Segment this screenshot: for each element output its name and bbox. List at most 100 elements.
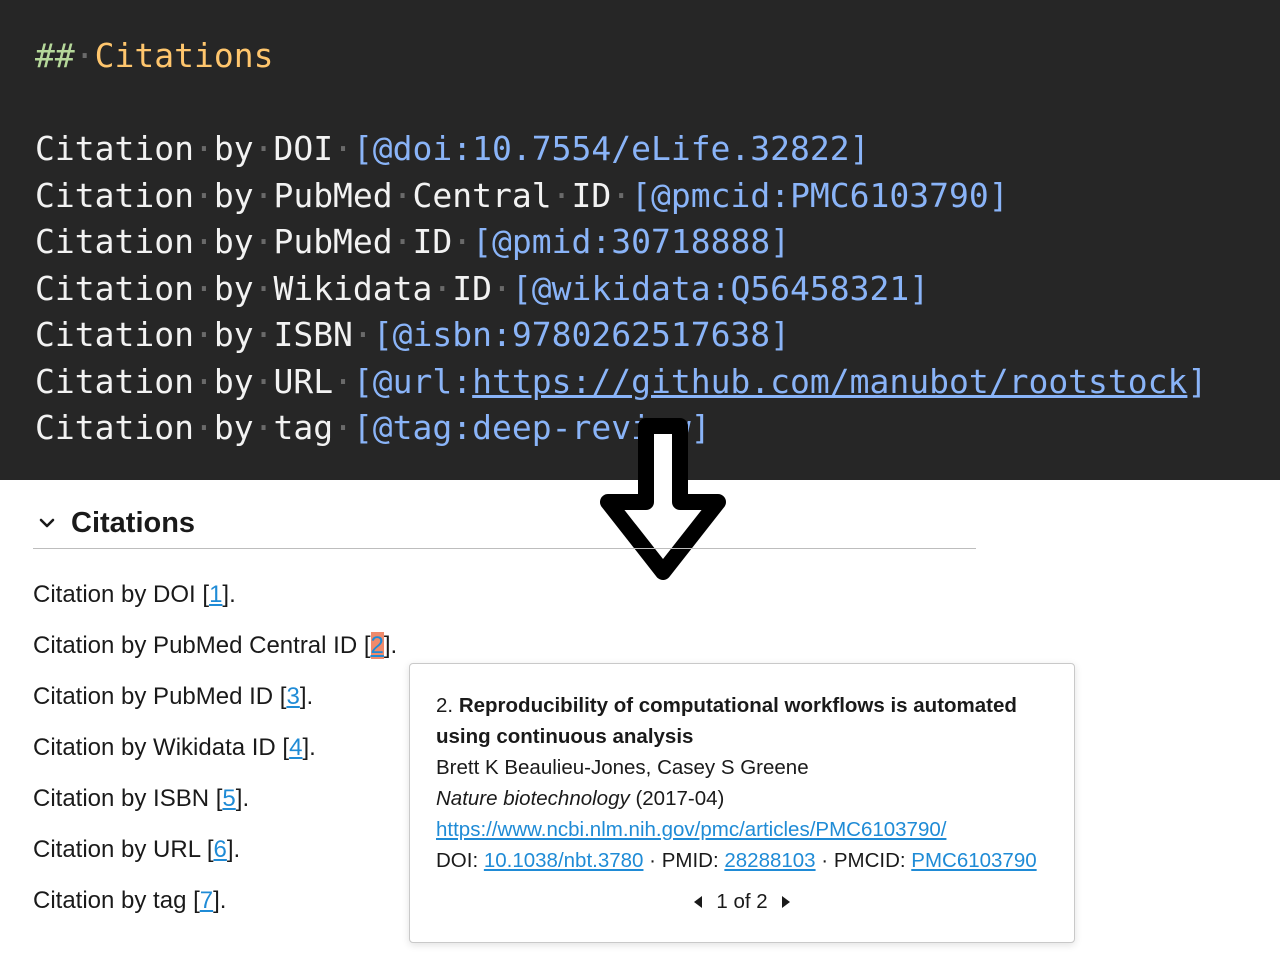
citation-key: [@doi:10.7554/eLife.32822] xyxy=(352,129,870,168)
heading-hash: ## xyxy=(35,36,75,75)
editor-word: by xyxy=(213,175,254,215)
paragraph-text: ]. xyxy=(222,581,236,608)
reference-journal: Nature biotechnology xyxy=(436,787,630,810)
space-marker: · xyxy=(253,175,274,215)
editor-word: by xyxy=(213,408,254,447)
citation-key: [@pmcid:PMC6103790] xyxy=(631,175,1009,215)
space-marker: · xyxy=(492,268,512,308)
doi-label: DOI: xyxy=(436,849,479,872)
caret-left-icon xyxy=(694,895,703,908)
citation-key: [@pmid:30718888] xyxy=(472,222,791,261)
editor-word: PubMed xyxy=(273,222,393,261)
citation-paragraph: Citation by PubMed Central ID [2]. xyxy=(33,632,397,660)
space-marker: · xyxy=(193,315,214,354)
space-marker: · xyxy=(333,408,353,447)
citation-paragraph: Citation by DOI [1]. xyxy=(33,581,236,609)
editor-word: URL xyxy=(273,361,334,401)
pager-status: 1 of 2 xyxy=(716,890,768,913)
reference-url-link[interactable]: https://www.ncbi.nlm.nih.gov/pmc/article… xyxy=(436,818,946,841)
reference-number: 2. xyxy=(436,694,454,717)
paragraph-text: Citation by DOI [ xyxy=(33,581,210,608)
reference-tooltip[interactable]: 2. Reproducibility of computational work… xyxy=(409,663,1075,943)
reference-link[interactable]: 3 xyxy=(286,683,299,710)
reference-authors: Brett K Beaulieu-Jones, Casey S Greene xyxy=(436,756,809,779)
space-marker: · xyxy=(551,175,572,215)
doi-link[interactable]: 10.1038/nbt.3780 xyxy=(484,849,644,872)
reference-link[interactable]: 5 xyxy=(222,785,235,812)
space-marker: · xyxy=(193,222,214,261)
editor-word: by xyxy=(213,315,254,354)
editor-word: Citation xyxy=(35,222,194,261)
reference-link[interactable]: 6 xyxy=(214,836,227,863)
space-marker: · xyxy=(452,222,473,261)
paragraph-text: Citation by PubMed ID [ xyxy=(33,683,287,710)
editor-word: Citation xyxy=(35,129,194,168)
previous-reference-button[interactable] xyxy=(690,894,706,910)
section-header: Citations xyxy=(33,498,976,549)
editor-line: Citation·by·PubMed·Central·ID·[@pmcid:PM… xyxy=(35,173,1280,220)
space-marker: · xyxy=(193,129,214,168)
citation-paragraph: Citation by tag [7]. xyxy=(33,887,226,915)
space-marker: · xyxy=(432,268,453,308)
citation-paragraph: Citation by URL [6]. xyxy=(33,836,240,864)
heading-text: Citations xyxy=(94,36,274,75)
citation-paragraph: Citation by ISBN [5]. xyxy=(33,785,249,813)
editor-word: Central xyxy=(412,175,552,215)
citation-url[interactable]: https://github.com/manubot/rootstock xyxy=(472,362,1187,401)
pmcid-label: PMCID: xyxy=(833,849,906,872)
space-marker: · xyxy=(193,175,214,215)
reference-link[interactable]: 4 xyxy=(289,734,302,761)
caret-right-icon xyxy=(781,895,790,908)
editor-word: ISBN xyxy=(273,315,353,354)
editor-word: by xyxy=(213,361,254,401)
space-marker: · xyxy=(193,408,214,447)
space-marker: · xyxy=(253,361,274,401)
space-marker: · xyxy=(253,408,274,447)
markdown-editor[interactable]: ##·Citations Citation·by·DOI·[@doi:10.75… xyxy=(0,0,1280,480)
editor-word: by xyxy=(213,129,254,168)
space-marker: · xyxy=(74,36,95,75)
pmid-label: PMID: xyxy=(661,849,719,872)
editor-word: Citation xyxy=(35,361,194,401)
space-marker: · xyxy=(333,129,353,168)
editor-word: Citation xyxy=(35,408,194,447)
reference-link[interactable]: 1 xyxy=(209,581,222,608)
editor-citation-lines: Citation·by·DOI·[@doi:10.7554/eLife.3282… xyxy=(35,126,1280,452)
pmcid-link[interactable]: PMC6103790 xyxy=(911,849,1036,872)
editor-line: Citation·by·PubMed·ID·[@pmid:30718888] xyxy=(35,219,1280,266)
reference-publication: Nature biotechnology (2017-04) xyxy=(436,783,1048,814)
space-marker: · xyxy=(392,175,413,215)
editor-word: ID xyxy=(452,268,493,308)
space-marker: · xyxy=(193,361,214,401)
pmid-link[interactable]: 28288103 xyxy=(724,849,815,872)
editor-word: PubMed xyxy=(273,175,393,215)
next-reference-button[interactable] xyxy=(778,894,794,910)
reference-link[interactable]: 7 xyxy=(200,887,213,914)
editor-word: Citation xyxy=(35,315,194,354)
tooltip-pager: 1 of 2 xyxy=(410,886,1074,917)
editor-line: Citation·by·DOI·[@doi:10.7554/eLife.3282… xyxy=(35,126,1280,173)
editor-line: Citation·by·Wikidata·ID·[@wikidata:Q5645… xyxy=(35,266,1280,313)
space-marker: · xyxy=(253,222,274,261)
paragraph-text: ]. xyxy=(299,683,314,710)
editor-line: Citation·by·URL·[@url:https://github.com… xyxy=(35,359,1280,406)
space-marker: · xyxy=(253,315,274,354)
editor-heading-line: ##·Citations xyxy=(35,33,1280,80)
identifier-separator: · xyxy=(821,849,829,872)
space-marker: · xyxy=(333,361,353,401)
space-marker: · xyxy=(352,315,373,354)
space-marker: · xyxy=(253,129,274,168)
identifier-separator: · xyxy=(649,849,656,872)
citation-key: [@isbn:9780262517638] xyxy=(372,315,791,354)
paragraph-text: Citation by PubMed Central ID [ xyxy=(33,632,371,659)
chevron-down-icon[interactable] xyxy=(33,509,61,537)
paragraph-text: ]. xyxy=(383,632,398,659)
editor-line: Citation·by·ISBN·[@isbn:9780262517638] xyxy=(35,312,1280,359)
space-marker: · xyxy=(392,222,413,261)
citation-paragraph: Citation by Wikidata ID [4]. xyxy=(33,734,316,762)
editor-word: tag xyxy=(273,408,334,447)
editor-word: by xyxy=(213,222,254,261)
editor-word: Citation xyxy=(35,268,194,308)
rendered-manuscript: Citations Citation by DOI [1]. Citation b… xyxy=(0,480,1280,960)
reference-link[interactable]: 2 xyxy=(370,632,384,659)
